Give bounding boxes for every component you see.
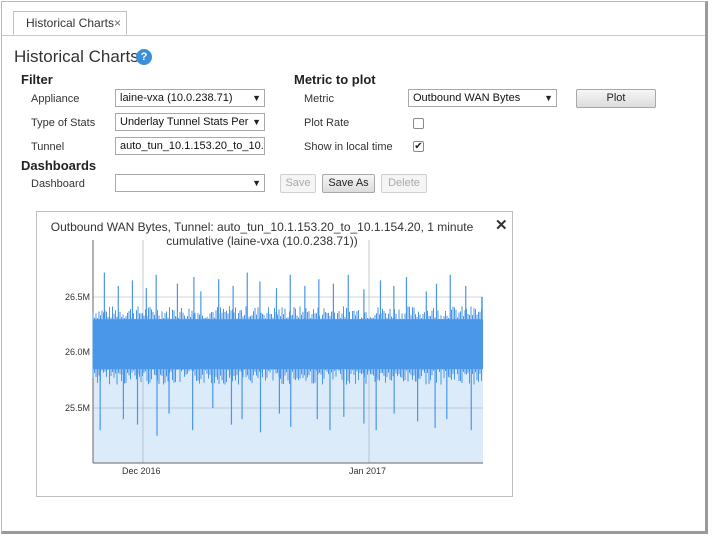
tab-strip: Historical Charts × — [2, 2, 705, 36]
close-chart-icon[interactable]: ✕ — [495, 216, 508, 234]
save-button[interactable]: Save — [280, 174, 316, 193]
chart-panel: Outbound WAN Bytes, Tunnel: auto_tun_10.… — [36, 211, 513, 497]
chevron-down-icon: ▼ — [541, 90, 553, 106]
dashboard-label: Dashboard — [31, 178, 85, 190]
delete-button[interactable]: Delete — [381, 174, 427, 193]
chevron-down-icon: ▼ — [249, 175, 261, 191]
y-tick-label: 25.5M — [64, 403, 90, 413]
metric-value: Outbound WAN Bytes — [413, 92, 521, 104]
dashboard-select[interactable]: ▼ — [115, 174, 265, 192]
type-of-stats-label: Type of Stats — [31, 117, 96, 129]
tab-historical-charts[interactable]: Historical Charts × — [13, 11, 127, 35]
metric-select[interactable]: Outbound WAN Bytes ▼ — [408, 89, 557, 107]
y-tick-label: 26.0M — [64, 347, 90, 357]
save-as-button[interactable]: Save As — [322, 174, 375, 193]
filter-heading: Filter — [21, 72, 53, 87]
type-of-stats-select[interactable]: Underlay Tunnel Stats Per ▼ — [115, 113, 265, 131]
metric-heading: Metric to plot — [294, 72, 376, 87]
type-of-stats-value: Underlay Tunnel Stats Per — [120, 116, 249, 128]
x-tick-label: Dec 2016 — [122, 466, 161, 476]
chart-title-line1: Outbound WAN Bytes, Tunnel: auto_tun_10.… — [50, 220, 474, 234]
dashboards-heading: Dashboards — [21, 158, 97, 173]
chart-title: Outbound WAN Bytes, Tunnel: auto_tun_10.… — [37, 220, 487, 248]
local-time-checkbox[interactable]: ✔ — [413, 141, 424, 152]
y-tick-label: 26.5M — [64, 292, 90, 302]
metric-label: Metric — [304, 93, 334, 105]
appliance-value: laine-vxa (10.0.238.71) — [120, 92, 233, 104]
tab-close-icon[interactable]: × — [114, 12, 121, 34]
local-time-label: Show in local time — [304, 141, 393, 153]
plot-rate-label: Plot Rate — [304, 117, 350, 129]
appliance-label: Appliance — [31, 93, 80, 105]
help-icon[interactable]: ? — [136, 49, 152, 65]
chart-title-line2: cumulative (laine-vxa (10.0.238.71)) — [166, 234, 358, 248]
chevron-down-icon: ▼ — [249, 90, 261, 106]
plot-button[interactable]: Plot — [576, 89, 656, 108]
check-mark-icon: ✔ — [414, 141, 423, 152]
tunnel-label: Tunnel — [31, 141, 65, 153]
tab-label: Historical Charts — [26, 16, 115, 30]
tunnel-input[interactable]: auto_tun_10.1.153.20_to_10. — [115, 137, 265, 155]
chevron-down-icon: ▼ — [249, 114, 261, 130]
x-tick-label: Jan 2017 — [349, 466, 387, 476]
appliance-select[interactable]: laine-vxa (10.0.238.71) ▼ — [115, 89, 265, 107]
plot-rate-checkbox[interactable] — [413, 118, 424, 129]
page-title: Historical Charts — [14, 47, 139, 66]
